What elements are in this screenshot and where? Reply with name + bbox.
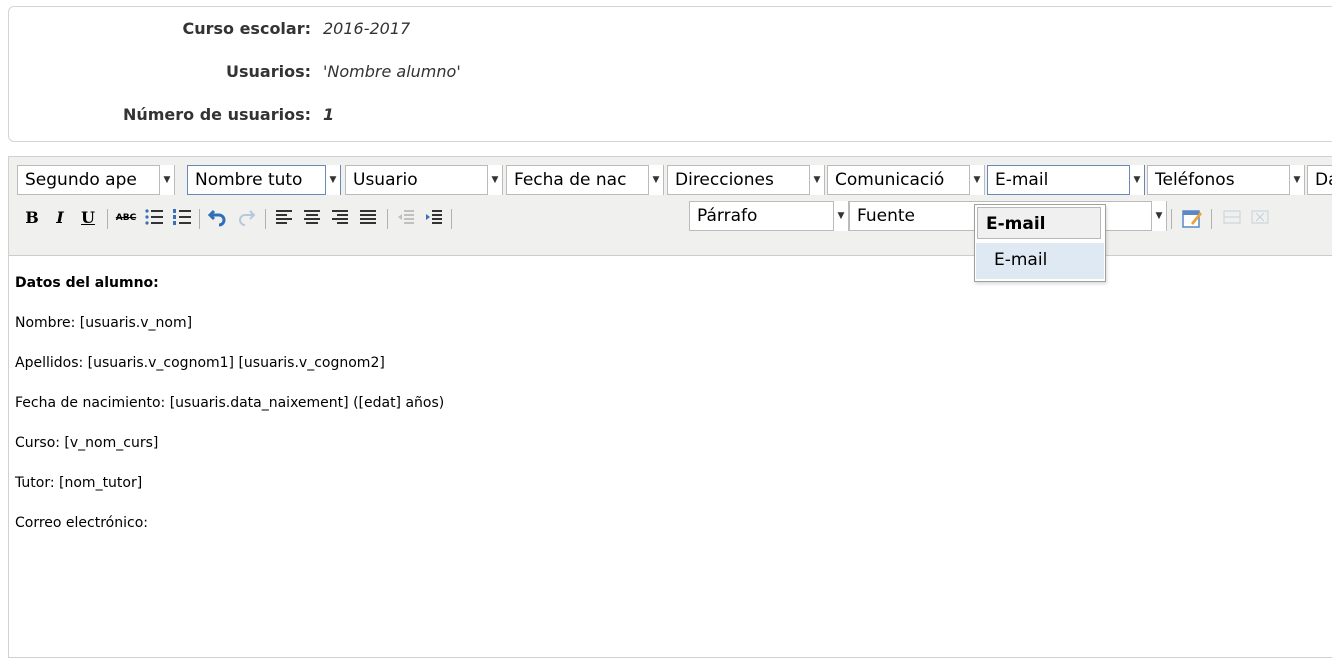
chevron-down-icon: ▼ [1151, 201, 1166, 231]
edit-html-icon[interactable] [1181, 207, 1203, 229]
align-right-icon[interactable] [329, 207, 351, 229]
align-center-icon[interactable] [301, 207, 323, 229]
select-telefonos[interactable]: Teléfonos ▼ [1147, 165, 1305, 195]
select-fecha-nacimiento[interactable]: Fecha de nac ▼ [506, 165, 664, 195]
chevron-down-icon: ▼ [325, 165, 340, 195]
doc-line: Apellidos: [usuaris.v_cognom1] [usuaris.… [15, 355, 385, 371]
outdent-icon[interactable] [395, 207, 417, 229]
align-justify-icon[interactable] [357, 207, 379, 229]
select-datos[interactable]: Da [1307, 165, 1332, 195]
select-direcciones[interactable]: Direcciones ▼ [667, 165, 825, 195]
users-value: 'Nombre alumno' [323, 62, 461, 81]
block-format-select[interactable]: Párrafo ▼ [689, 201, 849, 231]
doc-heading: Datos del alumno: [15, 275, 159, 291]
course-value: 2016-2017 [323, 19, 411, 38]
underline-button[interactable]: U [77, 207, 99, 229]
email-dropdown-menu: E-mail E-mail [974, 204, 1106, 282]
indent-icon[interactable] [423, 207, 445, 229]
chevron-down-icon: ▼ [969, 165, 984, 195]
field-insert-row: Segundo ape ▼ Nombre tuto ▼ Usuario ▼ Fe… [9, 163, 1332, 197]
email-dropdown-option[interactable]: E-mail [976, 243, 1104, 279]
chevron-down-icon: ▼ [809, 165, 824, 195]
align-left-icon[interactable] [273, 207, 295, 229]
chevron-down-icon: ▼ [487, 165, 502, 195]
table-row-icon[interactable] [1221, 207, 1243, 229]
doc-line: Curso: [v_nom_curs] [15, 435, 159, 451]
chevron-down-icon: ▼ [1289, 165, 1304, 195]
bullet-list-icon[interactable] [143, 207, 165, 229]
select-usuario[interactable]: Usuario ▼ [345, 165, 503, 195]
italic-button[interactable]: I [49, 207, 71, 229]
rich-text-editor: Segundo ape ▼ Nombre tuto ▼ Usuario ▼ Fe… [8, 156, 1332, 658]
select-email[interactable]: E-mail ▼ [987, 165, 1145, 195]
formatting-row: B I U ABC Párrafo ▼ Fuente ▼ [9, 201, 1332, 235]
user-count-value: 1 [323, 105, 335, 124]
bold-button[interactable]: B [21, 207, 43, 229]
doc-line: Fecha de nacimiento: [usuaris.data_naixe… [15, 395, 445, 411]
undo-icon[interactable] [207, 207, 229, 229]
email-dropdown-header: E-mail [977, 207, 1101, 239]
select-segundo-apellido[interactable]: Segundo ape ▼ [17, 165, 175, 195]
select-comunicacion[interactable]: Comunicació ▼ [827, 165, 985, 195]
doc-line: Nombre: [usuaris.v_nom] [15, 315, 193, 331]
course-label: Curso escolar: [182, 19, 311, 38]
redo-icon[interactable] [235, 207, 257, 229]
chevron-down-icon: ▼ [1129, 165, 1144, 195]
editor-content[interactable]: Datos del alumno: Nombre: [usuaris.v_nom… [9, 256, 1332, 656]
users-label: Usuarios: [226, 62, 311, 81]
doc-line: Tutor: [nom_tutor] [15, 475, 143, 491]
numbered-list-icon[interactable] [171, 207, 193, 229]
user-count-label: Número de usuarios: [122, 105, 311, 124]
strikethrough-button[interactable]: ABC [115, 207, 137, 229]
info-panel: Curso escolar: 2016-2017 Usuarios: 'Nomb… [8, 6, 1332, 142]
editor-toolbar: Segundo ape ▼ Nombre tuto ▼ Usuario ▼ Fe… [9, 157, 1332, 256]
chevron-down-icon: ▼ [159, 165, 174, 195]
doc-line: Correo electrónico: [15, 515, 148, 531]
chevron-down-icon: ▼ [833, 201, 848, 231]
chevron-down-icon: ▼ [648, 165, 663, 195]
table-delete-icon[interactable] [1249, 207, 1271, 229]
select-nombre-tutor[interactable]: Nombre tuto ▼ [187, 165, 341, 195]
